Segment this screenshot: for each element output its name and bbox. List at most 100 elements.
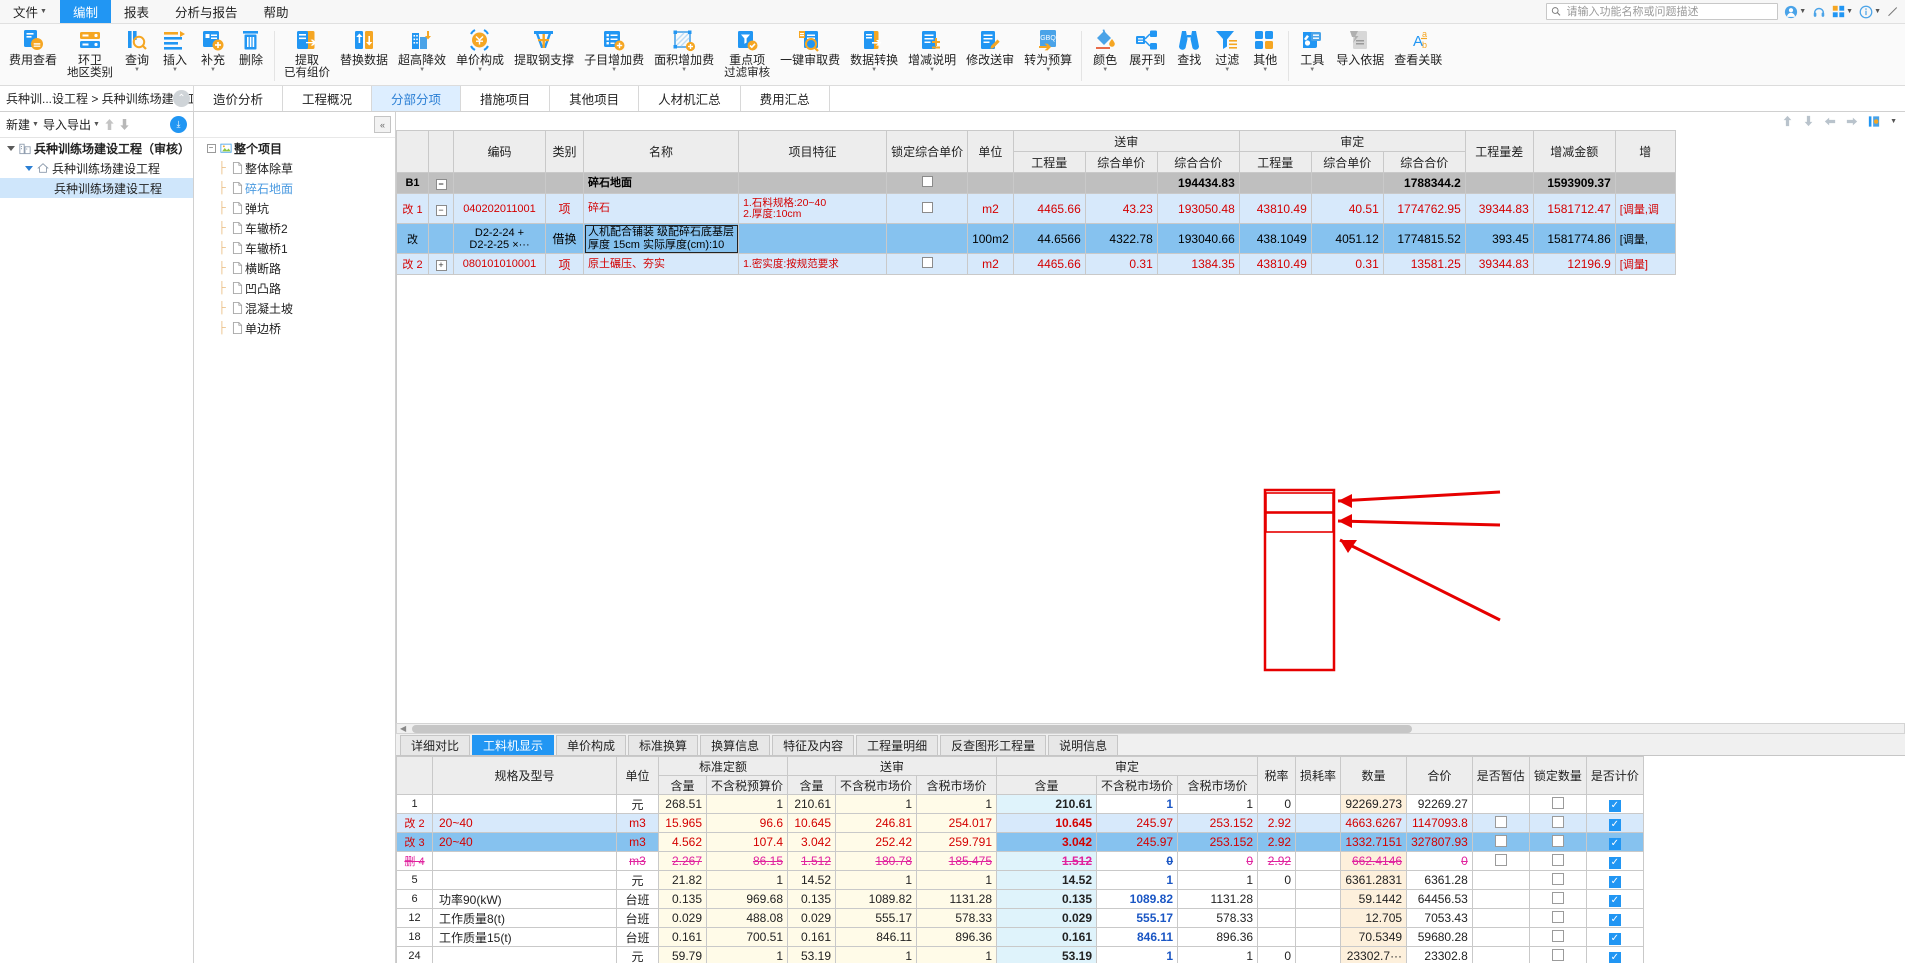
cell-app-qty[interactable]: 0.161 [996, 927, 1098, 947]
col-loss-rate[interactable]: 损耗率 [1295, 756, 1342, 795]
cell-sub-notax-market[interactable]: 1 [835, 946, 918, 963]
table-row[interactable]: 改 3 20~40 m3 4.562 107.4 3.042 252.42 259.791 3.… [396, 832, 1644, 852]
cell-provisional[interactable] [1471, 870, 1530, 890]
cell-std-notax-budget[interactable]: 969.68 [705, 889, 789, 909]
cell-submitted-qty[interactable]: 44.6566 [1012, 223, 1086, 254]
info-button[interactable]: ▼ [1859, 5, 1881, 19]
cell-loss-rate[interactable] [1295, 908, 1342, 928]
cell-provisional[interactable] [1471, 946, 1530, 963]
cell-app-notax-market[interactable]: 1089.82 [1096, 889, 1179, 909]
cell-unit[interactable]: 元 [616, 794, 659, 814]
cell-expand[interactable] [428, 223, 454, 254]
cell-tax-rate[interactable]: 2.92 [1257, 813, 1297, 833]
checkbox[interactable] [1551, 853, 1564, 866]
table-row[interactable]: 改 D2-2-24 + D2-2-25 ×··· 借换 人机配合铺装 级配碎石底基层 厚度… [396, 223, 1676, 254]
cell-tax-rate[interactable] [1257, 889, 1297, 909]
cell-submitted-qty[interactable]: 4465.66 [1012, 193, 1086, 224]
cell-tax-rate[interactable]: 0 [1257, 794, 1297, 814]
cell-loss-rate[interactable] [1295, 946, 1342, 963]
bottom-tab[interactable]: 详细对比 [400, 735, 471, 755]
cell-app-notax-market[interactable]: 846.11 [1096, 927, 1179, 947]
nav-right-button[interactable] [1846, 116, 1858, 127]
cell-sub-qty[interactable]: 10.645 [787, 813, 837, 833]
cell-amount[interactable]: 59.1442 [1340, 889, 1408, 909]
nav-down-button[interactable] [1803, 115, 1814, 127]
cell-std-qty[interactable]: 2.267 [658, 851, 707, 871]
col-unit[interactable]: 单位 [967, 130, 1014, 173]
cell-unit[interactable]: m2 [967, 253, 1014, 275]
cell-sub-qty[interactable]: 0.029 [787, 908, 837, 928]
ribbon-button-color[interactable]: 颜色 ▼ [1086, 27, 1124, 74]
checkbox[interactable] [1551, 891, 1564, 904]
cell-approved-unit-price[interactable]: 40.51 [1310, 193, 1384, 224]
cell-no[interactable]: 改 3 [396, 832, 433, 852]
cell-note[interactable]: [调量, [1614, 223, 1676, 254]
col-is-priced[interactable]: 是否计价 [1585, 756, 1644, 795]
cell-std-qty[interactable]: 15.965 [658, 813, 707, 833]
cell-app-tax-market[interactable]: 1131.28 [1177, 889, 1259, 909]
cell-provisional[interactable] [1471, 851, 1530, 871]
cell-lock-qty[interactable] [1528, 794, 1587, 814]
cell-unit[interactable]: 台班 [616, 927, 659, 947]
cell-approved-unit-price[interactable] [1310, 172, 1384, 194]
ribbon-button-steel-support[interactable]: 提取钢支撑 [509, 27, 579, 68]
cell-submitted-total[interactable]: 193040.66 [1156, 223, 1240, 254]
cell-submitted-total[interactable]: 194434.83 [1156, 172, 1240, 194]
cell-lock-qty[interactable] [1528, 889, 1587, 909]
cell-loss-rate[interactable] [1295, 889, 1342, 909]
scrollbar-thumb[interactable] [412, 724, 1413, 733]
cell-no[interactable]: 5 [396, 870, 433, 890]
cell-spec[interactable] [432, 870, 617, 890]
cell-loss-rate[interactable] [1295, 813, 1342, 833]
cell-no[interactable]: 24 [396, 946, 433, 963]
cell-kind[interactable]: 借换 [545, 223, 584, 254]
ribbon-button-tools[interactable]: 工具 ▼ [1293, 27, 1331, 74]
cell-submitted-unit-price[interactable] [1084, 172, 1158, 194]
collapse-box-icon[interactable]: − [204, 143, 218, 153]
cell-app-tax-market[interactable]: 578.33 [1177, 908, 1259, 928]
cell-lock-qty[interactable] [1528, 832, 1587, 852]
cell-is-priced[interactable]: ✓ [1585, 794, 1644, 814]
main-grid-hscrollbar[interactable]: ◀ [396, 723, 1905, 734]
apps-grid-button[interactable]: ▼ [1832, 5, 1853, 18]
cell-tax-rate[interactable]: 2.92 [1257, 851, 1297, 871]
item-tree-root[interactable]: − 整个项目 [194, 138, 395, 158]
collapse-icon[interactable]: − [435, 204, 447, 216]
cell-name[interactable]: 碎石 [582, 193, 740, 224]
cell-sub-notax-market[interactable]: 846.11 [835, 927, 918, 947]
item-tree-item[interactable]: ├ 车辙桥1 [194, 238, 395, 258]
col-lock-unit-price[interactable]: 锁定综合单价 [886, 130, 969, 173]
tab-divisional-items[interactable]: 分部分项 [372, 86, 462, 111]
cell-spec[interactable]: 功率90(kW) [432, 889, 617, 909]
item-tree-item[interactable]: ├ 混凝土坡 [194, 298, 395, 318]
cell-sub-tax-market[interactable]: 1 [916, 794, 998, 814]
cell-amount[interactable]: 92269.273 [1340, 794, 1408, 814]
bottom-tab[interactable]: 工程量明细 [856, 735, 939, 755]
is-priced-checkbox[interactable]: ✓ [1608, 894, 1621, 907]
ribbon-button-extract[interactable]: 提取 已有组价 [279, 27, 335, 80]
cell-total[interactable]: 59680.28 [1406, 927, 1473, 947]
ribbon-button-price-compose[interactable]: 单价构成 ▼ [451, 27, 509, 74]
checkbox[interactable] [1494, 834, 1507, 847]
cell-lock[interactable] [886, 223, 969, 254]
cell-lock[interactable] [886, 172, 969, 194]
cell-code[interactable]: D2-2-24 + D2-2-25 ×··· [453, 223, 546, 254]
global-search-box[interactable] [1546, 3, 1779, 20]
cell-app-tax-market[interactable]: 253.152 [1177, 832, 1259, 852]
cell-approved-unit-price[interactable]: 4051.12 [1310, 223, 1384, 254]
cell-approved-total[interactable]: 1774815.52 [1382, 223, 1466, 254]
chevron-down-icon[interactable]: ▼ [1890, 118, 1897, 125]
tab-measure-items[interactable]: 措施项目 [461, 86, 551, 111]
cell-sub-notax-market[interactable]: 555.17 [835, 908, 918, 928]
bottom-tab[interactable]: 说明信息 [1048, 735, 1119, 755]
cell-no[interactable]: 删 4 [396, 851, 433, 871]
cell-feature[interactable] [738, 223, 888, 254]
cell-qty-diff[interactable]: 39344.83 [1464, 253, 1534, 275]
cell-loss-rate[interactable] [1295, 870, 1342, 890]
cell-feature[interactable] [738, 172, 888, 194]
ribbon-button-data-convert[interactable]: 数据转换 ▼ [845, 27, 903, 74]
cell-app-tax-market[interactable]: 896.36 [1177, 927, 1259, 947]
bottom-tab[interactable]: 特征及内容 [772, 735, 855, 755]
cell-is-priced[interactable]: ✓ [1585, 832, 1644, 852]
cell-tax-rate[interactable]: 0 [1257, 870, 1297, 890]
